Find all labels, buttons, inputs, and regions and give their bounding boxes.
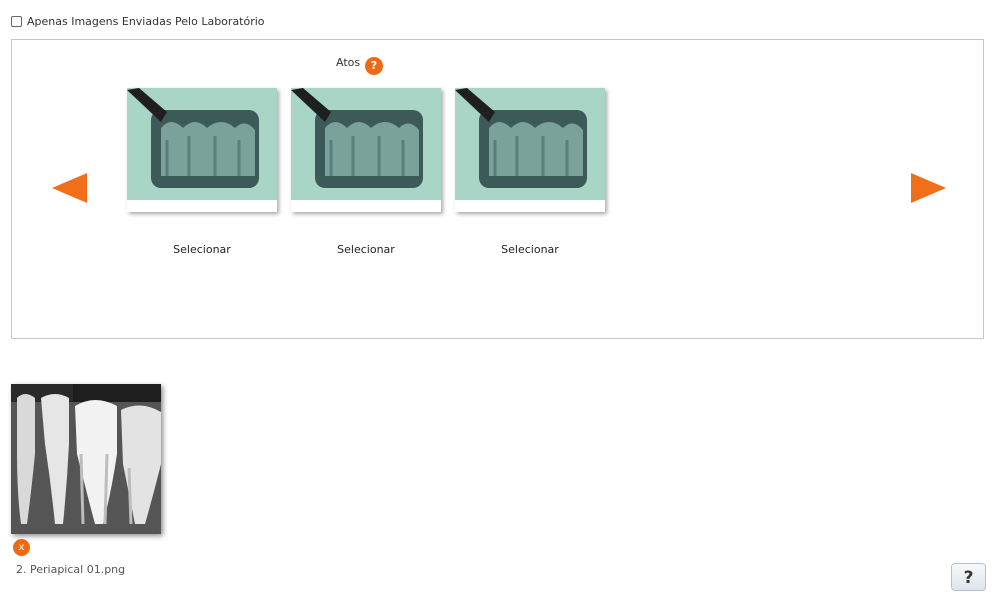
next-arrow-icon[interactable] xyxy=(911,173,946,203)
gallery-item[interactable]: Selecionar xyxy=(455,88,605,256)
uploaded-xray-image[interactable] xyxy=(11,384,161,534)
select-link[interactable]: Selecionar xyxy=(127,243,277,256)
intraoral-xray-thumbnail[interactable] xyxy=(291,88,441,212)
image-gallery: Atos ? Selecionar Selecionar Selecionar xyxy=(11,39,984,339)
intraoral-xray-thumbnail[interactable] xyxy=(455,88,605,212)
lab-images-label[interactable]: Apenas Imagens Enviadas Pelo Laboratório xyxy=(27,15,265,28)
help-button[interactable]: ? xyxy=(951,563,986,591)
lab-images-checkbox[interactable] xyxy=(11,15,22,27)
select-link[interactable]: Selecionar xyxy=(455,243,605,256)
section-title: Atos xyxy=(336,56,361,69)
gallery-item[interactable]: Selecionar xyxy=(127,88,277,256)
uploaded-file-name: 2. Periapical 01.png xyxy=(16,563,126,576)
lab-images-filter[interactable]: Apenas Imagens Enviadas Pelo Laboratório xyxy=(11,13,265,29)
prev-arrow-icon[interactable] xyxy=(52,173,87,203)
select-link[interactable]: Selecionar xyxy=(291,243,441,256)
help-icon[interactable]: ? xyxy=(365,57,383,75)
intraoral-xray-thumbnail[interactable] xyxy=(127,88,277,212)
gallery-item[interactable]: Selecionar xyxy=(291,88,441,256)
remove-image-button[interactable]: x xyxy=(13,539,30,556)
